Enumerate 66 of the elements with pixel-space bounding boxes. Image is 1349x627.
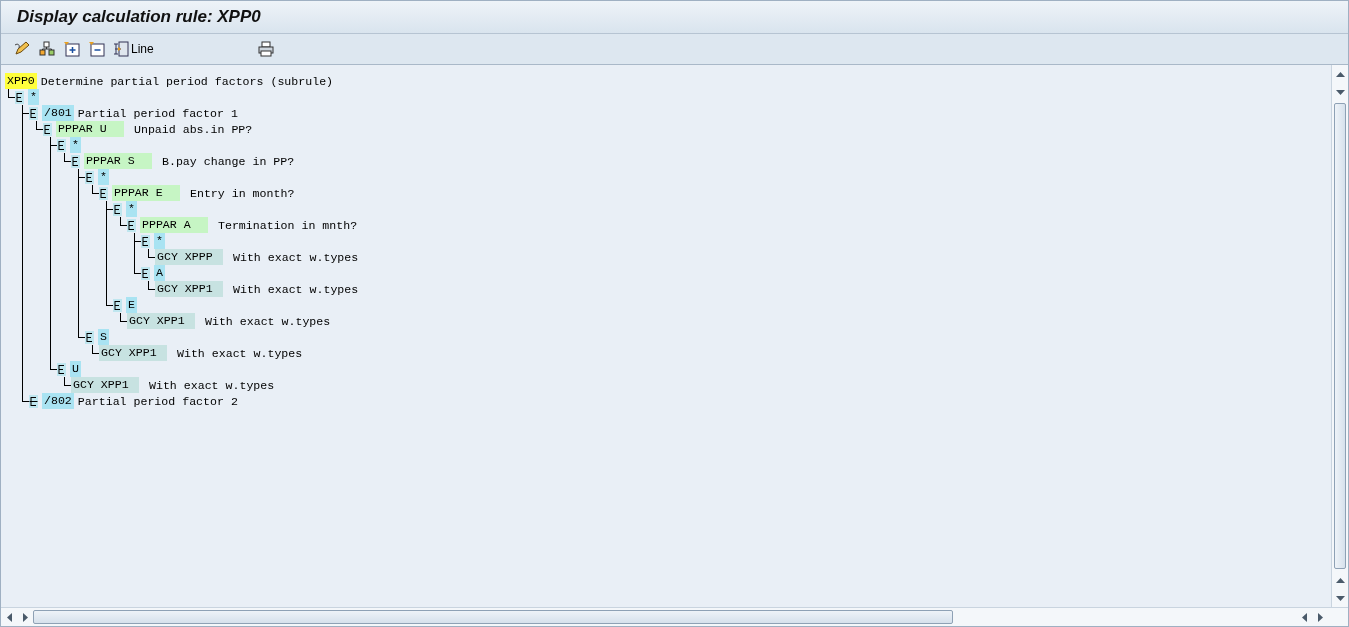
node-key[interactable]: * [126, 201, 137, 217]
node-key[interactable]: GCY XPP1 [127, 313, 195, 329]
node-key[interactable]: S [98, 329, 109, 345]
scroll-left-icon[interactable] [1301, 612, 1307, 622]
node-key[interactable]: /802 [42, 393, 74, 409]
horizontal-scrollbar[interactable] [1, 607, 1348, 626]
node-description: Partial period factor 1 [77, 106, 238, 120]
node-key[interactable]: U [70, 361, 81, 377]
window-title: Display calculation rule: XPP0 [17, 7, 261, 27]
expand-icon[interactable] [63, 41, 80, 57]
node-icon[interactable] [127, 218, 136, 232]
node-key[interactable]: PPPAR E [112, 185, 180, 201]
scroll-right-icon[interactable] [1317, 612, 1323, 622]
node-icon[interactable] [113, 298, 122, 312]
pencil-icon[interactable] [13, 41, 31, 57]
line-icon [113, 41, 129, 57]
node-key[interactable]: PPPAR S [84, 153, 152, 169]
node-key[interactable]: * [28, 89, 39, 105]
scroll-down-icon[interactable] [1335, 595, 1345, 601]
node-description: Unpaid abs.in PP? [134, 122, 253, 136]
vertical-scrollbar[interactable] [1331, 65, 1348, 607]
node-key[interactable]: * [98, 169, 109, 185]
collapse-icon[interactable] [88, 41, 105, 57]
node-description: Termination in mnth? [218, 218, 358, 232]
node-icon[interactable] [57, 138, 66, 152]
node-description: With exact w.types [149, 378, 275, 392]
node-key[interactable]: PPPAR U [56, 121, 124, 137]
scroll-up-icon[interactable] [1335, 71, 1345, 77]
node-icon[interactable] [141, 266, 150, 280]
node-key[interactable]: GCY XPP1 [99, 345, 167, 361]
node-key[interactable]: A [154, 265, 165, 281]
node-icon[interactable] [71, 154, 80, 168]
node-key[interactable]: GCY XPP1 [155, 281, 223, 297]
scroll-left-icon[interactable] [6, 612, 12, 622]
node-icon[interactable] [57, 362, 66, 376]
node-icon[interactable] [113, 202, 122, 216]
node-description: With exact w.types [233, 250, 359, 264]
node-key[interactable]: GCY XPP1 [71, 377, 139, 393]
node-key[interactable]: PPPAR A [140, 217, 208, 233]
scroll-down-icon[interactable] [1335, 89, 1345, 95]
node-icon[interactable] [85, 170, 94, 184]
node-icon[interactable] [29, 394, 38, 408]
node-description: Partial period factor 2 [77, 394, 238, 408]
print-icon[interactable] [257, 41, 274, 57]
node-icon[interactable] [43, 122, 52, 136]
node-key[interactable]: E [126, 297, 137, 313]
node-key[interactable]: * [70, 137, 81, 153]
node-icon[interactable] [15, 90, 24, 104]
node-icon[interactable] [99, 186, 108, 200]
node-key[interactable]: * [154, 233, 165, 249]
node-key[interactable]: /801 [42, 105, 74, 121]
scroll-right-icon[interactable] [22, 612, 28, 622]
hierarchy-icon[interactable] [39, 41, 55, 57]
node-description: With exact w.types [205, 314, 331, 328]
node-key[interactable]: GCY XPPP [155, 249, 223, 265]
node-description: With exact w.types [177, 346, 303, 360]
node-icon[interactable] [29, 106, 38, 120]
node-description: Determine partial period factors (subrule) [40, 74, 334, 88]
node-icon[interactable] [141, 234, 150, 248]
node-description: With exact w.types [233, 282, 359, 296]
scroll-up-icon[interactable] [1335, 577, 1345, 583]
node-description: Entry in month? [190, 186, 295, 200]
node-key[interactable]: XPP0 [5, 73, 37, 89]
line-button[interactable]: Line [113, 41, 154, 57]
node-icon[interactable] [85, 330, 94, 344]
node-description: B.pay change in PP? [162, 154, 295, 168]
